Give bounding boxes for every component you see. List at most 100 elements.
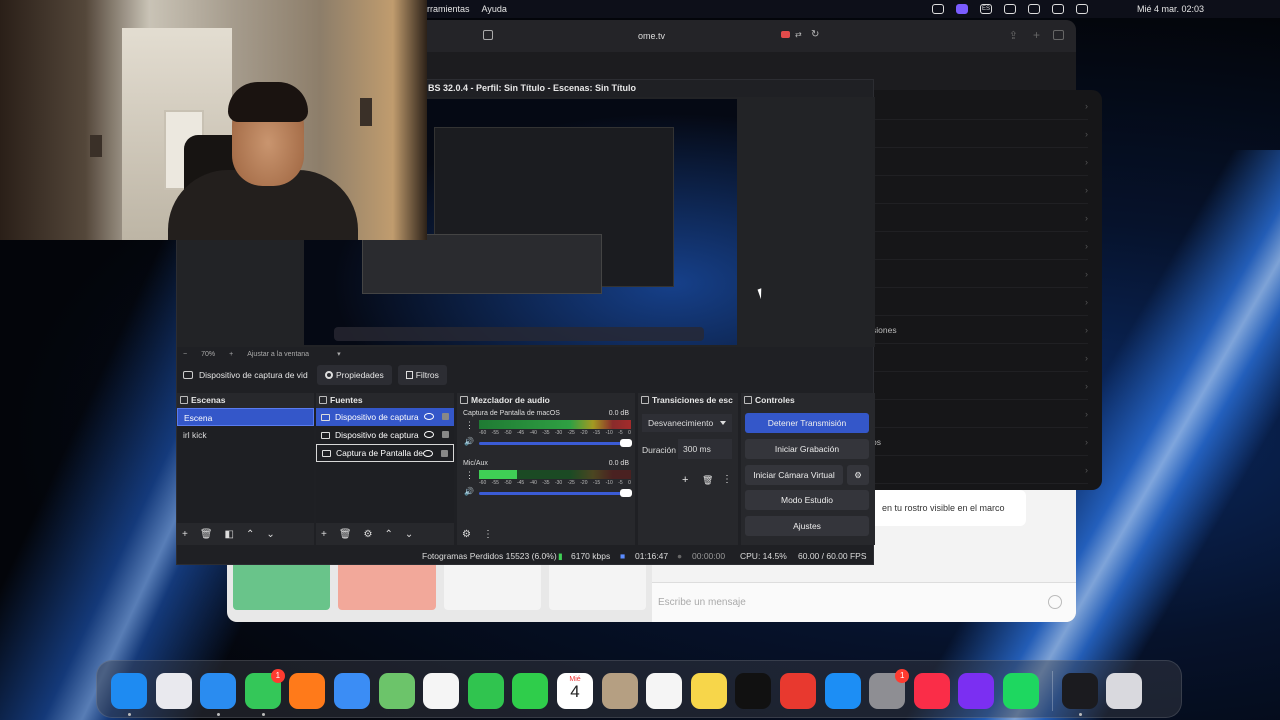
scene-item[interactable]: irl kick	[177, 426, 314, 444]
apple-tv-icon[interactable]	[735, 673, 772, 709]
move-down-icon[interactable]: ⌄	[405, 529, 413, 540]
mixer-menu-icon[interactable]: ⋮	[483, 529, 493, 540]
settings-row[interactable]: ›	[872, 260, 1088, 288]
address-bar[interactable]: ome.tv	[638, 31, 665, 41]
menubar-clock[interactable]: Mié 4 mar. 02:03	[1137, 4, 1204, 14]
camera-in-use-icon[interactable]	[781, 31, 790, 38]
transition-select[interactable]: Desvanecimiento	[642, 414, 732, 432]
settings-row[interactable]: ›	[872, 288, 1088, 316]
settings-row[interactable]: siones ›	[872, 316, 1088, 344]
share-icon[interactable]: ⇪	[1009, 29, 1018, 42]
search-icon[interactable]	[1052, 4, 1064, 14]
settings-row[interactable]: ›	[872, 372, 1088, 400]
firefox-icon[interactable]	[289, 673, 326, 709]
speaker-icon[interactable]: 🔊	[464, 437, 474, 446]
properties-button[interactable]: Propiedades	[317, 365, 392, 385]
studio-mode-button[interactable]: Modo Estudio	[745, 490, 869, 510]
zoom-dropdown-icon[interactable]: ▾	[337, 350, 341, 358]
keyboard-layout-icon[interactable]: ES	[980, 4, 992, 14]
virtual-camera-settings-button[interactable]: ⚙	[847, 465, 869, 485]
source-item[interactable]: Dispositivo de captura	[316, 426, 454, 444]
app-store-icon[interactable]	[824, 673, 861, 709]
mail-icon[interactable]	[334, 673, 370, 709]
menu-help[interactable]: Ayuda	[482, 4, 507, 14]
visibility-eye-icon[interactable]	[424, 431, 434, 438]
music-icon[interactable]	[913, 673, 950, 709]
settings-row[interactable]: ›	[872, 176, 1088, 204]
screen-share-status-icon[interactable]	[956, 4, 968, 14]
settings-row[interactable]: ›	[872, 344, 1088, 372]
settings-button[interactable]: Ajustes	[745, 516, 869, 536]
remove-transition-icon[interactable]: 🗑	[702, 475, 713, 486]
new-tab-icon[interactable]: +	[1033, 28, 1040, 42]
finder-icon[interactable]	[111, 673, 147, 709]
scene-filter-icon[interactable]: ◧	[225, 529, 234, 540]
phone-icon[interactable]	[512, 673, 549, 709]
volume-slider[interactable]	[479, 442, 629, 445]
remove-source-icon[interactable]: 🗑	[339, 529, 352, 540]
safari-icon[interactable]	[200, 673, 237, 709]
source-item[interactable]: Dispositivo de captura	[316, 408, 454, 426]
source-properties-icon[interactable]: ⚙	[364, 529, 373, 540]
photos-icon[interactable]	[423, 673, 460, 709]
obs-status-icon[interactable]	[932, 4, 944, 14]
settings-row[interactable]: ›	[872, 204, 1088, 232]
filters-button[interactable]: Filtros	[397, 365, 447, 385]
settings-row[interactable]: ›	[872, 148, 1088, 176]
duration-input[interactable]: 300 ms	[678, 439, 732, 459]
maps-icon[interactable]	[378, 673, 415, 709]
emoji-icon[interactable]	[1048, 595, 1062, 609]
chat-input[interactable]: Escribe un mensaje	[652, 582, 1076, 622]
add-source-icon[interactable]: +	[321, 529, 327, 540]
rocket-typist-icon[interactable]	[780, 673, 816, 709]
sidebar-toggle-icon[interactable]	[483, 30, 493, 40]
scene-item[interactable]: Escena	[177, 408, 314, 426]
fit-window-label[interactable]: Ajustar a la ventana	[247, 351, 309, 358]
lock-icon[interactable]	[441, 450, 448, 457]
volume-slider-knob[interactable]	[620, 489, 632, 497]
clapper-icon[interactable]	[958, 673, 995, 709]
stop-tile[interactable]	[338, 564, 436, 610]
move-down-icon[interactable]: ⌄	[266, 529, 274, 540]
remove-scene-icon[interactable]: 🗑	[200, 529, 213, 540]
messages-icon[interactable]: 1	[244, 669, 285, 709]
settings-row[interactable]: ›	[872, 400, 1088, 428]
speaker-icon[interactable]: 🔊	[464, 487, 474, 496]
add-transition-icon[interactable]: +	[682, 474, 688, 486]
start-recording-button[interactable]: Iniciar Grabación	[745, 439, 869, 459]
system-settings-icon[interactable]: 1	[869, 669, 910, 709]
launchpad-icon[interactable]	[155, 673, 192, 709]
move-up-icon[interactable]: ⌃	[246, 529, 254, 540]
add-scene-icon[interactable]: +	[182, 529, 188, 540]
visibility-eye-icon[interactable]	[424, 413, 434, 420]
tab-overview-icon[interactable]	[1053, 30, 1064, 40]
stop-stream-button[interactable]: Detener Transmisión	[745, 413, 869, 433]
advanced-audio-icon[interactable]: ⚙	[462, 529, 471, 540]
obs-icon[interactable]	[1061, 673, 1098, 709]
calendar-icon[interactable]: Mié 4	[557, 673, 593, 709]
translate-icon[interactable]: ⇄	[795, 30, 802, 39]
start-virtual-camera-button[interactable]: Iniciar Cámara Virtual	[745, 465, 843, 485]
zoom-in-button[interactable]: +	[229, 351, 233, 358]
battery-icon[interactable]	[1028, 4, 1040, 14]
lock-icon[interactable]	[442, 413, 449, 420]
spotify-icon[interactable]	[1003, 673, 1039, 709]
source-item[interactable]: Captura de Pantalla de	[316, 444, 454, 462]
settings-row[interactable]: ›	[872, 92, 1088, 120]
tile-four[interactable]	[548, 564, 646, 610]
settings-row[interactable]: ›	[872, 120, 1088, 148]
menu-tools[interactable]: rramientas	[427, 4, 470, 14]
tile-three[interactable]	[443, 564, 541, 610]
start-tile[interactable]	[233, 564, 331, 610]
reminders-icon[interactable]	[646, 673, 683, 709]
link-icon[interactable]	[1004, 4, 1016, 14]
move-up-icon[interactable]: ⌃	[385, 529, 393, 540]
transition-menu-icon[interactable]: ⋮	[722, 474, 732, 485]
notes-icon[interactable]	[690, 673, 727, 709]
settings-row[interactable]: ›	[872, 456, 1088, 484]
facetime-icon[interactable]	[467, 673, 504, 709]
zoom-out-button[interactable]: −	[183, 351, 187, 358]
track-menu-icon[interactable]: ⋮	[465, 470, 474, 481]
settings-row[interactable]: os ›	[872, 428, 1088, 456]
track-menu-icon[interactable]: ⋮	[465, 420, 474, 431]
